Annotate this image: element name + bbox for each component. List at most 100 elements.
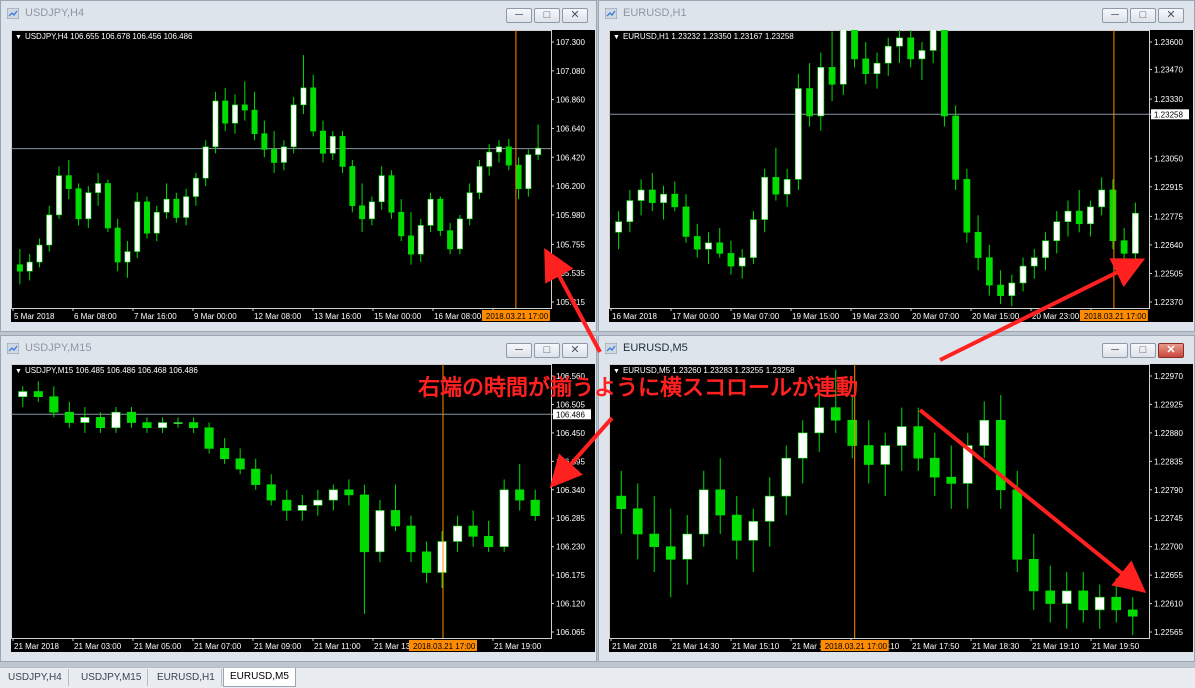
candle-body (378, 175, 385, 203)
time-axis-label: 15 Mar 00:00 (374, 312, 422, 321)
candle-body (1042, 240, 1049, 258)
window-titlebar[interactable]: EURUSD,M5 ─ □ ✕ (599, 336, 1194, 362)
price-axis-label: 105.535 (556, 269, 585, 278)
maximize-button[interactable]: □ (1130, 8, 1156, 23)
price-axis-label: 1.22745 (1154, 514, 1183, 523)
collapse-triangle-icon[interactable]: ▼ (15, 34, 22, 41)
candle-body (153, 211, 160, 234)
tab-eurusd-h1[interactable]: EURUSD,H1 (151, 669, 222, 686)
candle-body (817, 67, 825, 117)
collapse-triangle-icon[interactable]: ▼ (15, 368, 22, 375)
minimize-button[interactable]: ─ (506, 8, 532, 23)
price-chart[interactable]: 106.560 106.505 106.486 106.450 106.395 106.3… (11, 364, 595, 652)
candle-body (515, 164, 522, 190)
candle-body (241, 104, 248, 111)
candle-body (738, 257, 746, 267)
time-axis-label: 6 Mar 08:00 (74, 312, 117, 321)
chart-app-icon (605, 8, 617, 19)
candle-body (626, 200, 634, 222)
time-axis-label: 13 Mar 16:00 (314, 312, 362, 321)
cursor-time-label: 2018.03.21 17:00 (486, 312, 549, 321)
tab-usdjpy-h4[interactable]: USDJPY,H4 (2, 669, 69, 686)
candle-body (468, 525, 478, 537)
close-button[interactable]: ✕ (562, 8, 588, 23)
candle-body (632, 508, 643, 535)
candle-body (962, 445, 973, 484)
candle-body (157, 422, 168, 429)
window-titlebar[interactable]: USDJPY,M15 ─ □ ✕ (1, 336, 596, 362)
price-chart[interactable]: 1.22970 1.22925 1.22880 1.22835 1.22790 1.227… (609, 364, 1193, 652)
time-axis-label: 5 Mar 2018 (14, 312, 55, 321)
maximize-button[interactable]: □ (534, 343, 560, 358)
candle-body (896, 426, 907, 446)
candle-body (16, 264, 23, 272)
minimize-icon: ─ (1111, 9, 1119, 21)
cursor-time-label: 2018.03.21 17:00 (1084, 312, 1147, 321)
time-axis-label: 21 Mar 11:00 (314, 642, 361, 651)
minimize-button[interactable]: ─ (1102, 8, 1128, 23)
chart-tab-bar: USDJPY,H4 USDJPY,M15 EURUSD,H1 EURUSD,M5 (0, 667, 1195, 688)
price-axis-label: 1.22640 (1154, 241, 1183, 250)
ohlc-header: ▼ USDJPY,H4 106.655 106.678 106.456 106.4… (15, 32, 192, 41)
candle-body (329, 136, 336, 154)
close-button[interactable]: ✕ (1158, 8, 1184, 23)
candle-body (499, 489, 509, 547)
candle-body (328, 489, 338, 501)
chart-app-icon (605, 343, 617, 354)
candle-body (375, 510, 385, 553)
candle-body (204, 427, 214, 449)
minimize-icon: ─ (515, 9, 523, 21)
candle-body (64, 411, 74, 423)
candle-body (772, 176, 780, 195)
candle-body (18, 391, 28, 397)
chart-window-usdjpy-h4[interactable]: USDJPY,H4 ─ □ ✕ 107.300 107.080 106.860 106… (0, 0, 597, 332)
plot-frame (11, 30, 552, 309)
window-titlebar[interactable]: EURUSD,H1 ─ □ ✕ (599, 1, 1194, 27)
candle-body (232, 104, 238, 124)
candle-body (505, 146, 512, 166)
candle-body (863, 445, 874, 465)
candle-body (727, 253, 735, 267)
candle-body (359, 205, 366, 220)
candle-body (437, 541, 447, 573)
minimize-button[interactable]: ─ (506, 343, 532, 358)
tab-usdjpy-m15[interactable]: USDJPY,M15 (75, 669, 149, 686)
close-button[interactable]: ✕ (562, 343, 588, 358)
candle-body (390, 510, 401, 527)
candle-body (1094, 596, 1105, 611)
window-titlebar[interactable]: USDJPY,H4 ─ □ ✕ (1, 1, 596, 27)
minimize-button[interactable]: ─ (1102, 343, 1128, 358)
close-button[interactable]: ✕ (1158, 343, 1184, 358)
maximize-icon: □ (1139, 344, 1147, 356)
candle-body (716, 242, 724, 254)
maximize-button[interactable]: □ (1130, 343, 1156, 358)
candle-body (907, 37, 915, 60)
candle-body (1087, 206, 1094, 225)
maximize-button[interactable]: □ (534, 8, 560, 23)
time-axis-label: 21 Mar 18:30 (972, 642, 1020, 651)
price-axis-label: 106.120 (556, 600, 585, 609)
candle-body (310, 87, 317, 132)
time-axis-label: 21 Mar 19:00 (494, 642, 542, 651)
candle-body (616, 495, 627, 510)
candle-body (750, 219, 757, 258)
tab-eurusd-m5[interactable]: EURUSD,M5 (223, 668, 296, 687)
candle-body (36, 244, 43, 263)
close-icon: ✕ (570, 9, 580, 21)
candle-body (261, 133, 268, 150)
candle-body (388, 175, 395, 213)
candle-body (163, 198, 170, 213)
window-title: EURUSD,M5 (623, 342, 688, 354)
price-axis-label: 106.450 (556, 429, 585, 438)
collapse-triangle-icon[interactable]: ▼ (613, 34, 620, 41)
candle-body (95, 417, 105, 429)
candle-body (830, 407, 841, 421)
price-chart[interactable]: 107.300 107.080 106.860 106.640 106.420 106.2… (11, 30, 595, 322)
candle-body (682, 533, 693, 560)
candle-body (698, 489, 709, 535)
price-axis-label: 1.22775 (1154, 212, 1183, 221)
price-axis-label: 107.080 (556, 67, 585, 76)
price-chart[interactable]: 1.23600 1.23470 1.23330 1.23258 1.23050 1.229… (609, 30, 1193, 322)
chart-window-eurusd-h1[interactable]: EURUSD,H1 ─ □ ✕ 1.23600 1.23470 1.23330 1.2… (598, 0, 1195, 332)
time-axis-label: 19 Mar 15:00 (792, 312, 840, 321)
